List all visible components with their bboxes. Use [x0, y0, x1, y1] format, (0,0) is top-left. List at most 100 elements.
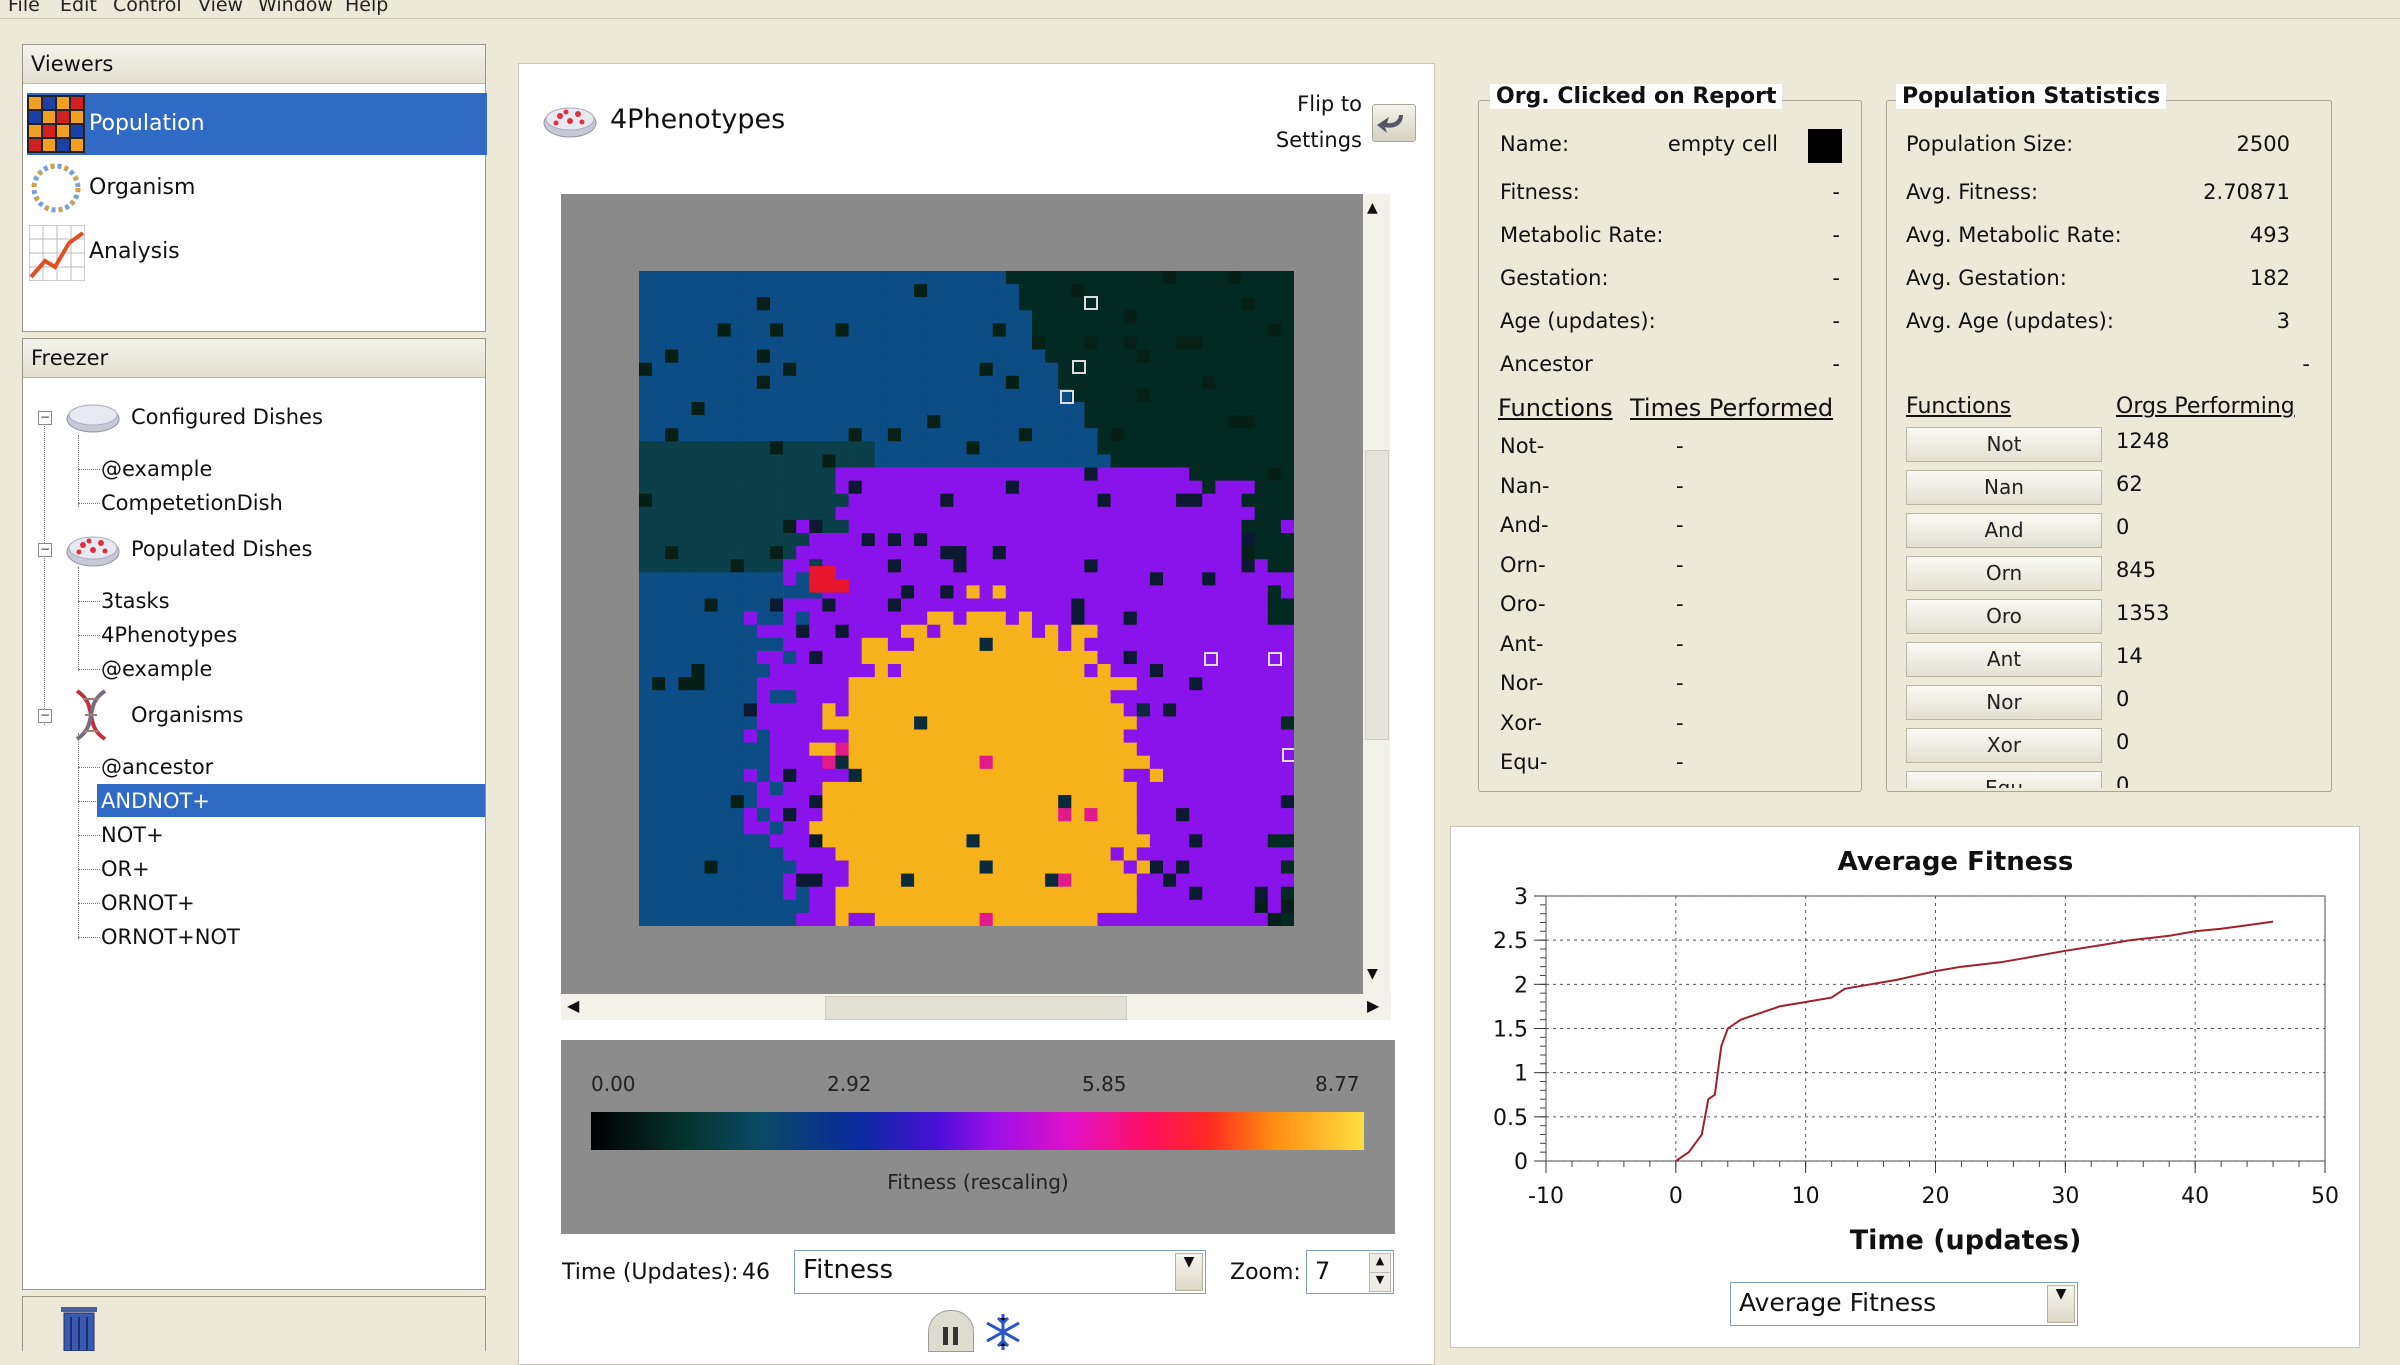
grid-cell[interactable] [691, 703, 705, 717]
grid-cell[interactable] [979, 729, 993, 743]
grid-cell[interactable] [1058, 860, 1072, 874]
grid-cell[interactable] [1110, 716, 1124, 730]
grid-cell[interactable] [901, 388, 915, 403]
grid-cell[interactable] [717, 585, 731, 599]
grid-cell[interactable] [652, 284, 666, 298]
grid-cell[interactable] [887, 637, 902, 652]
grid-cell[interactable] [1110, 690, 1124, 704]
grid-cell[interactable] [1280, 388, 1294, 403]
grid-cell[interactable] [809, 480, 823, 494]
grid-cell[interactable] [691, 624, 705, 639]
grid-cell[interactable] [1005, 690, 1020, 704]
grid-cell[interactable] [1071, 428, 1085, 442]
grid-cell[interactable] [992, 886, 1007, 901]
grid-cell[interactable] [1254, 454, 1269, 468]
grid-cell[interactable] [665, 454, 679, 468]
grid-cell[interactable] [1228, 690, 1242, 704]
grid-cell[interactable] [665, 297, 679, 311]
grid-cell[interactable] [1005, 454, 1020, 468]
grid-cell[interactable] [809, 428, 823, 442]
grid-cell[interactable] [861, 755, 876, 770]
grid-cell[interactable] [835, 349, 849, 363]
grid-cell[interactable] [639, 415, 653, 429]
grid-cell[interactable] [927, 546, 941, 560]
grid-cell[interactable] [783, 415, 797, 429]
grid-cell[interactable] [1254, 467, 1269, 481]
grid-cell[interactable] [691, 886, 705, 901]
grid-cell[interactable] [1241, 284, 1255, 298]
grid-cell[interactable] [822, 716, 836, 730]
grid-cell[interactable] [1110, 559, 1124, 573]
grid-cell[interactable] [783, 362, 797, 377]
grid-cell[interactable] [743, 349, 758, 363]
grid-cell[interactable] [665, 362, 679, 377]
grid-cell[interactable] [1176, 716, 1190, 730]
grid-cell[interactable] [796, 533, 810, 547]
grid-cell[interactable] [796, 886, 810, 901]
grid-cell[interactable] [691, 768, 705, 783]
grid-cell[interactable] [979, 585, 993, 599]
grid-cell[interactable] [1084, 441, 1098, 455]
grid-cell[interactable] [1228, 493, 1242, 508]
grid-cell[interactable] [1228, 716, 1242, 730]
grid-cell[interactable] [1228, 703, 1242, 717]
grid-cell[interactable] [1123, 873, 1138, 887]
grid-cell[interactable] [756, 886, 771, 901]
grid-cell[interactable] [1254, 585, 1269, 599]
grid-cell[interactable] [835, 755, 849, 770]
grid-cell[interactable] [914, 336, 928, 350]
grid-cell[interactable] [940, 768, 954, 783]
grid-cell[interactable] [678, 677, 692, 691]
grid-cell[interactable] [901, 690, 915, 704]
tree-item-example-populated[interactable]: @example [101, 657, 212, 681]
grid-cell[interactable] [848, 271, 862, 285]
grid-cell[interactable] [639, 860, 653, 874]
grid-cell[interactable] [783, 834, 797, 848]
grid-cell[interactable] [927, 297, 941, 311]
grid-cell[interactable] [874, 847, 889, 861]
grid-cell[interactable] [1136, 480, 1151, 494]
grid-cell[interactable] [1163, 546, 1177, 560]
grid-cell[interactable] [861, 611, 876, 625]
grid-cell[interactable] [1149, 362, 1164, 377]
grid-cell[interactable] [730, 297, 745, 311]
grid-cell[interactable] [927, 637, 941, 652]
grid-cell[interactable] [665, 624, 679, 639]
grid-cell[interactable] [639, 611, 653, 625]
grid-cell[interactable] [1123, 284, 1138, 298]
grid-cell[interactable] [901, 415, 915, 429]
grid-cell[interactable] [1097, 585, 1111, 599]
grid-cell[interactable] [756, 847, 771, 861]
grid-cell[interactable] [809, 579, 823, 593]
menu-window[interactable]: Window [258, 0, 333, 16]
grid-cell[interactable] [1163, 493, 1177, 508]
grid-cell[interactable] [1228, 428, 1242, 442]
grid-cell[interactable] [1058, 873, 1072, 887]
grid-cell[interactable] [927, 677, 941, 691]
grid-cell[interactable] [927, 284, 941, 298]
grid-cell[interactable] [652, 860, 666, 874]
grid-cell[interactable] [1045, 441, 1059, 455]
grid-cell[interactable] [874, 781, 889, 796]
grid-cell[interactable] [822, 566, 836, 580]
grid-cell[interactable] [887, 271, 902, 285]
grid-cell[interactable] [783, 349, 797, 363]
grid-cell[interactable] [1032, 415, 1046, 429]
grid-cell[interactable] [691, 716, 705, 730]
grid-cell[interactable] [1005, 546, 1020, 560]
grid-cell[interactable] [796, 860, 810, 874]
grid-cell[interactable] [940, 847, 954, 861]
grid-cell[interactable] [1071, 795, 1085, 809]
grid-cell[interactable] [887, 821, 902, 835]
grid-cell[interactable] [914, 624, 928, 639]
grid-cell[interactable] [730, 388, 745, 403]
grid-cell[interactable] [901, 323, 915, 337]
grid-cell[interactable] [822, 664, 836, 678]
grid-cell[interactable] [678, 664, 692, 678]
grid-cell[interactable] [1215, 912, 1229, 926]
grid-cell[interactable] [901, 533, 915, 547]
grid-cell[interactable] [901, 519, 915, 534]
grid-cell[interactable] [756, 690, 771, 704]
grid-cell[interactable] [861, 781, 876, 796]
grid-cell[interactable] [1176, 729, 1190, 743]
